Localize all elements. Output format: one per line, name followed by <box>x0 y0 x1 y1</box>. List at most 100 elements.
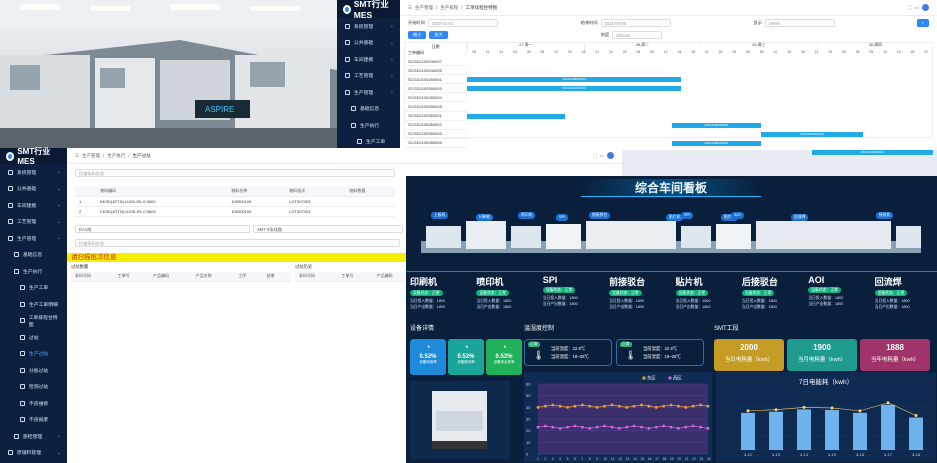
menu-item[interactable]: 车间建模 ⌄ <box>337 51 400 68</box>
gantt-row[interactable]: SCGD2105240005 <box>405 66 467 76</box>
x-tick-label: 4-18 <box>912 452 921 457</box>
menu-item[interactable]: 生产工单明细 <box>0 296 67 313</box>
col-header[interactable]: 工单号 <box>113 271 150 282</box>
gantt-bar[interactable]: U5214100000010 <box>467 86 682 92</box>
fullscreen-icon[interactable]: ⛶ <box>594 153 597 158</box>
x-tick-label: 13 <box>626 457 630 461</box>
data-point <box>543 404 547 408</box>
menu-item[interactable]: 生产执行 <box>337 117 400 134</box>
menu-item[interactable]: 车间建模 ⌄ <box>0 197 67 214</box>
scale-select[interactable]: 3/hours <box>612 31 663 39</box>
col-header[interactable]: 产品编码 <box>149 271 192 282</box>
view-select[interactable]: Week <box>764 19 835 27</box>
line-select[interactable]: DA1线 <box>75 224 250 233</box>
menu-item[interactable]: 原辅料管理 ⌄ <box>0 445 67 462</box>
search-button[interactable]: ⌕ <box>916 19 929 27</box>
col-header[interactable]: 物料编码 <box>96 186 228 197</box>
route-select[interactable]: SMT-3条线路 <box>253 224 403 233</box>
equipment-card[interactable]: AOI 设备状态：正常 当日投入数量：1800 当日产出数量：1800 <box>804 271 871 326</box>
col-header[interactable]: 条码号码 <box>295 271 338 282</box>
scan-barcode-input[interactable]: 扫描条码信息 <box>75 169 395 177</box>
data-point <box>617 404 621 408</box>
menu-item[interactable]: 工单排程甘特图 <box>0 313 67 330</box>
table-row[interactable]: 1 BKSD(ATTN)-U10K-EK-0.9603 100000109 LOT30… <box>75 196 395 207</box>
menu-item[interactable]: 检测过站 <box>0 379 67 396</box>
gantt-row[interactable]: SCGD2105260002 <box>405 121 467 130</box>
start-date-input[interactable]: 2020-01-01 <box>427 19 498 27</box>
equipment-card[interactable]: 回流焊 设备状态：正常 当日投入数量：1800 当日产出数量：1800 <box>870 271 937 326</box>
col-header[interactable]: 条码号码 <box>71 271 114 282</box>
gantt-bar[interactable]: U5214100000010 <box>811 150 933 155</box>
gantt-bar[interactable]: U5214100000010 <box>672 140 761 146</box>
x-tick-label: 4 <box>559 457 561 461</box>
col-header[interactable]: 工单号 <box>337 271 373 282</box>
menu-item[interactable]: 分板过站 <box>0 362 67 379</box>
zoom-in-button[interactable]: 放大 <box>429 31 448 39</box>
menu-item[interactable]: 生产管理 ⌄ <box>337 84 400 101</box>
gantt-row[interactable]: SCGD2105260003 <box>405 130 467 139</box>
gantt-row[interactable]: SCGD2105240007 <box>405 57 467 67</box>
gantt-bar[interactable]: U5214100000010 <box>672 122 761 128</box>
gantt-bar[interactable]: U5214100000010 <box>467 77 682 83</box>
gantt-bar[interactable]: U5214100000010 <box>760 131 864 137</box>
equipment-card[interactable]: SPI 设备状态：正常 当日投入数量：1800 当日产出数量：1800 <box>538 271 606 326</box>
gantt-row[interactable]: SCGD2105250003 <box>405 84 467 94</box>
fullscreen-icon[interactable]: ⛶ <box>909 5 912 10</box>
menu-item[interactable]: 生产工单 <box>0 280 67 297</box>
col-header[interactable]: 物料批次 <box>285 186 346 197</box>
gantt-bar[interactable] <box>467 113 565 119</box>
gantt-hour-label: 09 <box>540 50 545 54</box>
equipment-card[interactable]: 前接驳台 设备状态：正常 当日投入数量：1800 当日产出数量：1800 <box>605 271 672 326</box>
menu-icon <box>20 351 25 357</box>
menu-item[interactable]: 公共基础 ⌄ <box>337 35 400 52</box>
menu-item[interactable]: 不良维修 <box>0 395 67 412</box>
col-header[interactable]: 工序 <box>234 271 263 282</box>
breadcrumb-item[interactable]: 生产排程 <box>440 5 458 11</box>
menu-item[interactable]: 过站 <box>0 329 67 346</box>
menu-item[interactable]: 工艺管理 ⌄ <box>0 214 67 231</box>
gantt-hour-label: 21 <box>814 50 819 54</box>
equipment-card[interactable]: 印刷机 设备状态：正常 当日投入数量：1800 当日产出数量：1800 <box>406 271 473 326</box>
col-header[interactable]: 结果 <box>262 271 291 282</box>
col-header[interactable]: 物料数量 <box>345 186 395 197</box>
menu-item[interactable]: 不良报废 <box>0 412 67 429</box>
zoom-out-button[interactable]: 缩小 <box>408 31 427 39</box>
menu-item[interactable]: 基础信息 <box>0 247 67 264</box>
equipment-card[interactable]: 贴片机 设备状态：正常 当日投入数量：1800 当日产出数量：1800 <box>671 271 738 326</box>
screen-icon[interactable]: ▭ <box>600 153 604 159</box>
col-header[interactable]: 物料名称 <box>227 186 286 197</box>
menu-item[interactable]: 基础信息 <box>337 101 400 118</box>
gantt-row[interactable]: SCGD2105260004 <box>405 139 467 148</box>
avatar[interactable] <box>607 152 614 159</box>
breadcrumb-item[interactable]: 生产执行 <box>107 153 125 159</box>
gantt-hour-label: 03 <box>513 50 517 54</box>
menu-item[interactable]: 系统管理 ⌄ <box>337 18 400 35</box>
menu-toggle-icon[interactable]: ☰ <box>75 153 79 159</box>
menu-item[interactable]: 生产执行 <box>0 263 67 280</box>
menu-label: 工艺管理 <box>17 220 37 226</box>
menu-item[interactable]: 公共基础 ⌄ <box>0 181 67 198</box>
menu-item[interactable]: 质检管理 ⌄ <box>0 428 67 445</box>
gantt-row[interactable]: SCGD2105260001 <box>405 112 467 121</box>
scan-batch-input[interactable]: 扫描条码信息 <box>75 238 400 247</box>
table-row[interactable]: 2 CKSD(ATTN)-U10K-EK-0.9603 100000109 LOT30… <box>75 206 395 217</box>
breadcrumb-item[interactable]: 生产管理 <box>82 153 100 159</box>
menu-toggle-icon[interactable]: ☰ <box>408 5 412 11</box>
gantt-hour-label: 03 <box>622 50 627 54</box>
menu-item[interactable]: 工艺管理 ⌄ <box>337 68 400 85</box>
menu-icon <box>8 235 13 241</box>
screen-icon[interactable]: ▭ <box>915 5 919 11</box>
end-date-input[interactable]: 2021-05-06 <box>600 19 671 27</box>
menu-item[interactable]: 生产过站 <box>0 346 67 363</box>
equipment-card[interactable]: 喷印机 设备状态：正常 当日投入数量：1800 当日产出数量：1800 <box>472 271 539 326</box>
gantt-row[interactable]: SCGD2105250005 <box>405 102 467 112</box>
breadcrumb-item[interactable]: 生产管理 <box>415 5 433 11</box>
gantt-row[interactable]: SCGD2105250004 <box>405 93 467 103</box>
menu-item[interactable]: 系统管理 ⌄ <box>0 164 67 181</box>
equipment-card[interactable]: 后接驳台 设备状态：正常 当日投入数量：1800 当日产出数量：1800 <box>737 271 805 326</box>
gantt-row[interactable]: SCGD2105250001 <box>405 75 467 85</box>
col-header[interactable]: 产品名称 <box>191 271 235 282</box>
avatar[interactable] <box>922 4 929 11</box>
gantt-hour-label: 24 <box>718 50 723 54</box>
menu-item[interactable]: 生产管理 ⌄ <box>0 230 67 247</box>
